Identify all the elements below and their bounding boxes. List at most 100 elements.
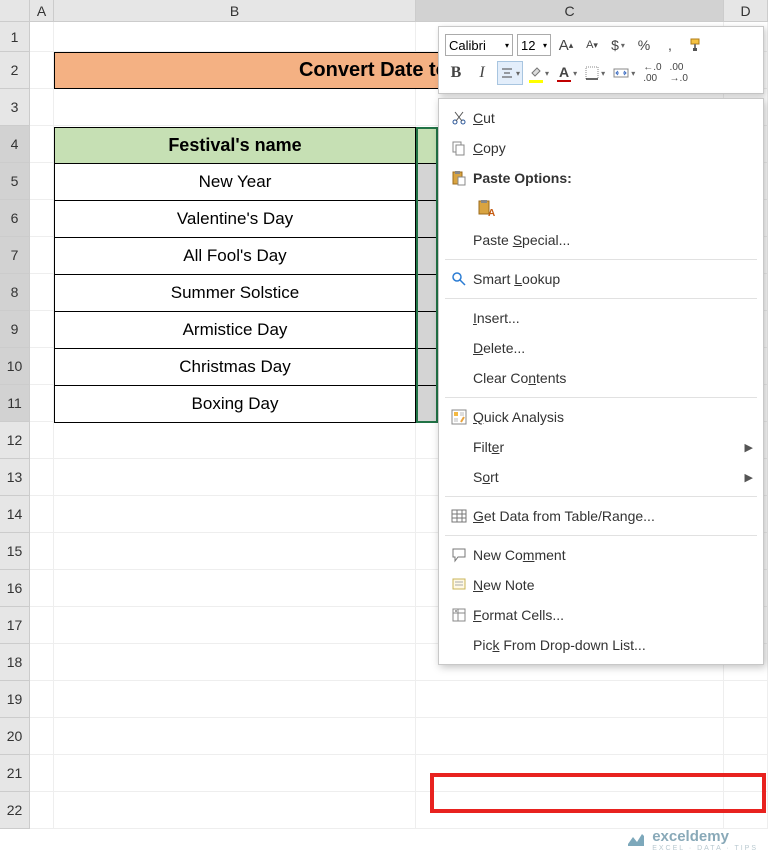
comma-button[interactable]: ,	[659, 33, 681, 57]
row-header[interactable]: 15	[0, 533, 30, 570]
row-header[interactable]: 20	[0, 718, 30, 755]
col-header-a[interactable]: A	[30, 0, 54, 22]
svg-text:A: A	[488, 208, 495, 219]
italic-button[interactable]: I	[471, 61, 493, 85]
font-size-dropdown[interactable]: 12▾	[517, 34, 551, 56]
row-header[interactable]: 16	[0, 570, 30, 607]
watermark: exceldemy EXCEL · DATA · TIPS	[626, 828, 758, 852]
percent-button[interactable]: %	[633, 33, 655, 57]
row-header[interactable]: 1	[0, 22, 30, 52]
watermark-logo-icon	[626, 830, 646, 850]
menu-quick-analysis[interactable]: Quick Analysis	[439, 402, 763, 432]
search-icon	[445, 268, 473, 290]
currency-button[interactable]: $	[607, 33, 629, 57]
mini-toolbar: Calibri▾ 12▾ A▴ A▾ $ % , B I A	[438, 26, 764, 94]
row-header[interactable]: 14	[0, 496, 30, 533]
menu-pick-dropdown[interactable]: Pick From Drop-down List...	[439, 630, 763, 660]
increase-decimal-button[interactable]: ←.0.00	[641, 61, 663, 85]
menu-insert[interactable]: Insert...	[439, 303, 763, 333]
menu-delete[interactable]: Delete...	[439, 333, 763, 363]
menu-filter[interactable]: Filter ▶	[439, 432, 763, 462]
menu-label: Pick From Drop-down List...	[473, 637, 753, 653]
row-header[interactable]: 13	[0, 459, 30, 496]
row-header[interactable]: 4	[0, 126, 30, 163]
bold-button[interactable]: B	[445, 61, 467, 85]
shrink-font-button[interactable]: A▾	[581, 33, 603, 57]
fill-color-button[interactable]	[527, 61, 551, 85]
menu-separator	[445, 535, 757, 536]
selected-column-c[interactable]	[416, 127, 438, 423]
col-header-c[interactable]: C	[416, 0, 724, 22]
menu-format-cells[interactable]: Format Cells...	[439, 600, 763, 630]
font-family-dropdown[interactable]: Calibri▾	[445, 34, 513, 56]
menu-label: Copy	[473, 140, 753, 156]
menu-clear-contents[interactable]: Clear Contents	[439, 363, 763, 393]
col-header-d[interactable]: D	[724, 0, 768, 22]
row-header[interactable]: 18	[0, 644, 30, 681]
menu-get-data[interactable]: Get Data from Table/Range...	[439, 501, 763, 531]
table-row[interactable]: New Year	[54, 164, 416, 201]
row-header[interactable]: 12	[0, 422, 30, 459]
row-header[interactable]: 9	[0, 311, 30, 348]
blank-icon	[445, 634, 473, 656]
watermark-tagline: EXCEL · DATA · TIPS	[652, 845, 758, 852]
menu-separator	[445, 259, 757, 260]
cut-icon	[445, 107, 473, 129]
row-header[interactable]: 19	[0, 681, 30, 718]
table-row[interactable]: Summer Solstice	[54, 275, 416, 312]
row-header[interactable]: 21	[0, 755, 30, 792]
row-header[interactable]: 8	[0, 274, 30, 311]
menu-cut[interactable]: Cut	[439, 103, 763, 133]
font-color-button[interactable]: A	[555, 61, 579, 85]
table-row[interactable]: Valentine's Day	[54, 201, 416, 238]
copy-icon	[445, 137, 473, 159]
decrease-decimal-button[interactable]: .00→.0	[668, 61, 690, 85]
grow-font-button[interactable]: A▴	[555, 33, 577, 57]
table-header[interactable]: Festival's name	[54, 127, 416, 164]
row-header[interactable]: 2	[0, 52, 30, 89]
borders-button[interactable]	[583, 61, 607, 85]
col-header-b[interactable]: B	[54, 0, 416, 22]
menu-label: Paste Special...	[473, 232, 753, 248]
blank-icon	[445, 436, 473, 458]
menu-label: Cut	[473, 110, 753, 126]
table-row[interactable]: Christmas Day	[54, 349, 416, 386]
menu-label: Smart Lookup	[473, 271, 753, 287]
menu-label: Format Cells...	[473, 607, 753, 623]
menu-copy[interactable]: Copy	[439, 133, 763, 163]
menu-new-note[interactable]: New Note	[439, 570, 763, 600]
row-header[interactable]: 5	[0, 163, 30, 200]
context-menu: Cut Copy Paste Options: A Paste Special.…	[438, 98, 764, 665]
menu-label: Filter	[473, 439, 745, 455]
select-all-corner[interactable]	[0, 0, 30, 22]
watermark-brand: exceldemy	[652, 828, 729, 845]
table-row[interactable]: Armistice Day	[54, 312, 416, 349]
menu-label: Quick Analysis	[473, 409, 753, 425]
column-headers: A B C D	[0, 0, 768, 22]
blank-icon	[445, 337, 473, 359]
row-header[interactable]: 6	[0, 200, 30, 237]
align-center-button[interactable]	[497, 61, 523, 85]
menu-smart-lookup[interactable]: Smart Lookup	[439, 264, 763, 294]
menu-separator	[445, 298, 757, 299]
row-header[interactable]: 11	[0, 385, 30, 422]
menu-separator	[445, 397, 757, 398]
paste-values-icon: A	[473, 198, 501, 220]
row-header[interactable]: 7	[0, 237, 30, 274]
menu-new-comment[interactable]: New Comment	[439, 540, 763, 570]
menu-sort[interactable]: Sort ▶	[439, 462, 763, 492]
row-header[interactable]: 17	[0, 607, 30, 644]
table-row[interactable]: Boxing Day	[54, 386, 416, 423]
row-header[interactable]: 22	[0, 792, 30, 829]
menu-label: Get Data from Table/Range...	[473, 508, 753, 524]
merge-center-button[interactable]	[611, 61, 637, 85]
table-icon	[445, 505, 473, 527]
format-painter-icon[interactable]	[685, 33, 707, 57]
table-row[interactable]: All Fool's Day	[54, 238, 416, 275]
menu-label: New Note	[473, 577, 753, 593]
menu-paste-default[interactable]: A	[439, 193, 763, 225]
quick-analysis-icon	[445, 406, 473, 428]
row-header[interactable]: 10	[0, 348, 30, 385]
menu-paste-special[interactable]: Paste Special...	[439, 225, 763, 255]
row-header[interactable]: 3	[0, 89, 30, 126]
